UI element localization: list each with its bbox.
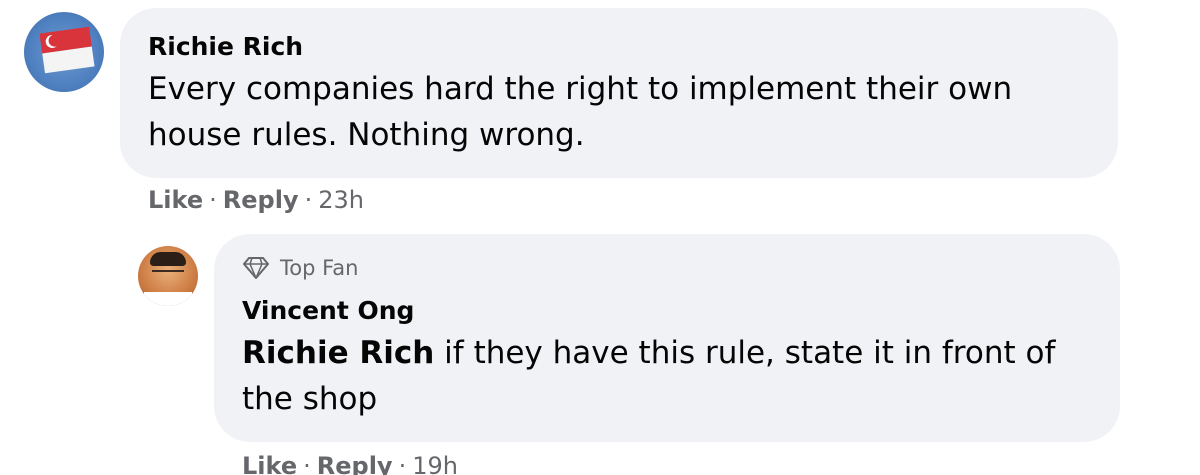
avatar[interactable] — [24, 12, 104, 92]
comment-author[interactable]: Richie Rich — [148, 32, 303, 61]
comment-text: Every companies hard the right to implem… — [148, 71, 1013, 153]
top-fan-badge: Top Fan — [242, 255, 358, 281]
timestamp[interactable]: 19h — [412, 452, 458, 475]
separator: · — [209, 186, 217, 214]
separator: · — [398, 452, 407, 475]
like-button[interactable]: Like — [242, 452, 297, 475]
timestamp[interactable]: 23h — [318, 186, 364, 214]
comment-thread: Richie Rich Every companies hard the rig… — [0, 0, 1200, 475]
like-button[interactable]: Like — [148, 186, 203, 214]
reply-button[interactable]: Reply — [223, 186, 299, 214]
avatar[interactable] — [138, 246, 198, 306]
reply-button[interactable]: Reply — [317, 452, 393, 475]
diamond-icon — [243, 257, 269, 279]
reply-actions: Like · Reply · 19h — [242, 452, 458, 475]
singapore-flag-icon — [39, 26, 95, 74]
mention-link[interactable]: Richie Rich — [242, 335, 434, 371]
separator: · — [303, 452, 311, 475]
separator: · — [304, 186, 313, 214]
badge-label: Top Fan — [280, 256, 359, 280]
comment-actions: Like · Reply · 23h — [148, 186, 364, 214]
reply-text: Richie Rich if they have this rule, stat… — [242, 330, 1102, 422]
reply-author[interactable]: Vincent Ong — [242, 296, 414, 325]
